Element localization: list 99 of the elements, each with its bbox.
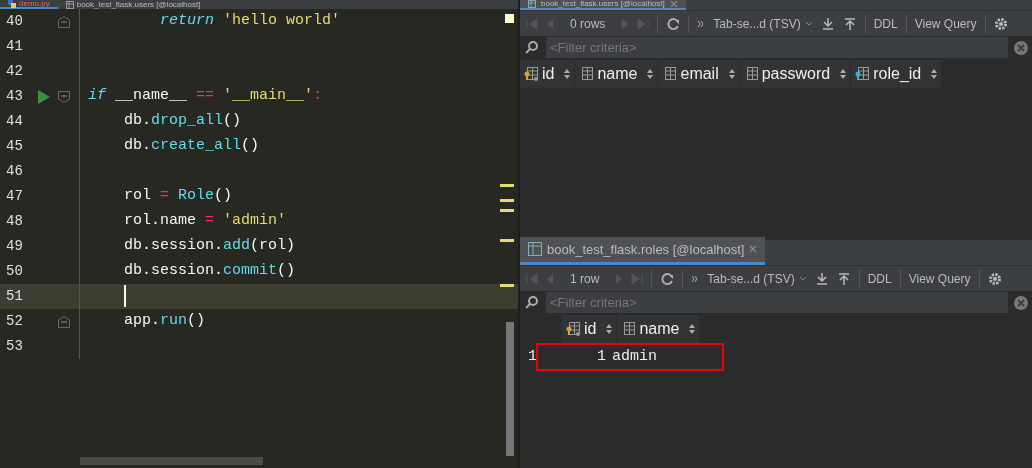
format-dropdown[interactable]: Tab-se...d (TSV) (707, 269, 807, 288)
first-page-icon (526, 17, 538, 30)
refresh-icon (666, 16, 681, 31)
line-number: 40 (5, 12, 24, 31)
line-number: 52 (5, 312, 24, 331)
table-icon (65, 0, 74, 9)
row-count: 1 row (569, 270, 601, 288)
download-icon (814, 271, 829, 286)
column-icon (579, 67, 594, 81)
key-column-icon (524, 67, 538, 81)
upload-icon (836, 271, 851, 286)
line-number: 44 (5, 112, 24, 131)
download-icon (820, 16, 835, 31)
column-header[interactable]: id (562, 315, 618, 343)
line-number: 42 (5, 62, 24, 81)
caret-icon (798, 275, 807, 282)
line-number: 53 (5, 337, 24, 356)
error-stripe-mark (505, 14, 514, 23)
code-line: app.run() (123, 311, 206, 332)
code-line: rol.name = 'admin' (123, 211, 287, 232)
upload-icon (842, 16, 857, 31)
next-icon (615, 272, 624, 285)
column-header[interactable]: role_id (851, 60, 943, 88)
next-icon (621, 17, 630, 30)
ddl-button[interactable]: DDL (873, 14, 898, 33)
sort-icon (689, 324, 696, 334)
code-line: db.session.commit() (123, 261, 296, 282)
sort-icon (728, 69, 735, 79)
code-line: rol = Role() (123, 186, 233, 207)
row-count: 0 rows (569, 15, 607, 33)
line-number: 49 (5, 237, 24, 256)
column-header[interactable]: name (617, 315, 701, 343)
last-page-icon (637, 17, 650, 30)
filter-field[interactable]: <Filter criteria> (546, 292, 1008, 313)
python-icon (8, 0, 16, 8)
line-number: 43 (5, 87, 24, 106)
caret-icon (804, 20, 813, 27)
column-icon (662, 67, 677, 81)
format-dropdown[interactable]: Tab-se...d (TSV) (713, 14, 813, 33)
code-line: db.drop_all() (123, 111, 242, 132)
run-icon (38, 89, 50, 104)
table-cell-text: admin (611, 346, 657, 367)
key-column-icon (566, 322, 580, 336)
clear-icon (1014, 40, 1028, 55)
editor-tab[interactable]: demo.py (0, 0, 58, 9)
sort-icon (931, 69, 938, 79)
close-icon (669, 0, 678, 8)
column-header[interactable]: email (658, 60, 740, 88)
panel-tab[interactable]: book_test_flask.roles [@localhost] (520, 236, 766, 265)
sort-icon (647, 69, 654, 79)
last-page-icon (631, 272, 644, 285)
column-header[interactable]: password (739, 60, 852, 88)
column-header[interactable]: name (575, 60, 659, 88)
scrollbar[interactable] (506, 322, 514, 456)
line-number: 46 (5, 162, 24, 181)
table-cell-text: 1 (596, 346, 607, 367)
ddl-button[interactable]: DDL (867, 269, 892, 288)
editor-tab[interactable]: book_test_flask.users [@localhost] (57, 0, 209, 9)
view-query-button[interactable]: View Query (908, 269, 971, 288)
clear-icon (1014, 295, 1028, 310)
code-line: db.session.add(rol) (123, 236, 296, 257)
error-stripe-mark (500, 209, 514, 212)
sort-icon (606, 324, 613, 334)
column-header[interactable]: id (520, 60, 576, 88)
search-icon (524, 294, 540, 311)
error-stripe-mark (500, 239, 514, 242)
column-icon (621, 322, 636, 336)
key-column-icon (855, 67, 870, 81)
line-number: 47 (5, 187, 24, 206)
first-page-icon (526, 272, 538, 285)
refresh-icon (660, 271, 675, 286)
error-stripe-mark (500, 284, 514, 287)
line-number: 50 (5, 262, 24, 281)
double-chevron-icon (697, 19, 706, 28)
view-query-button[interactable]: View Query (914, 14, 977, 33)
double-chevron-icon (691, 274, 700, 283)
settings-icon (993, 16, 1008, 31)
previous-icon (546, 17, 554, 30)
code-line: return 'hello world' (159, 11, 341, 32)
search-icon (524, 39, 540, 56)
line-number: 45 (5, 137, 24, 156)
filter-field[interactable]: <Filter criteria> (546, 37, 1008, 58)
line-number: 48 (5, 212, 24, 231)
settings-icon (987, 271, 1002, 286)
sort-icon (564, 69, 571, 79)
previous-icon (546, 272, 554, 285)
error-stripe-mark (500, 184, 514, 187)
close-icon (749, 245, 758, 254)
scrollbar[interactable] (80, 457, 263, 465)
line-number: 41 (5, 37, 24, 56)
line-number: 51 (5, 287, 24, 306)
table-icon (528, 242, 542, 257)
code-line: db.create_all() (123, 136, 260, 157)
sort-icon (840, 69, 847, 79)
table-icon (528, 0, 536, 8)
code-line: if __name__ == '__main__': (87, 86, 323, 107)
row-number: 1 (527, 346, 538, 367)
error-stripe-mark (500, 199, 514, 202)
text-cursor (124, 284, 126, 307)
